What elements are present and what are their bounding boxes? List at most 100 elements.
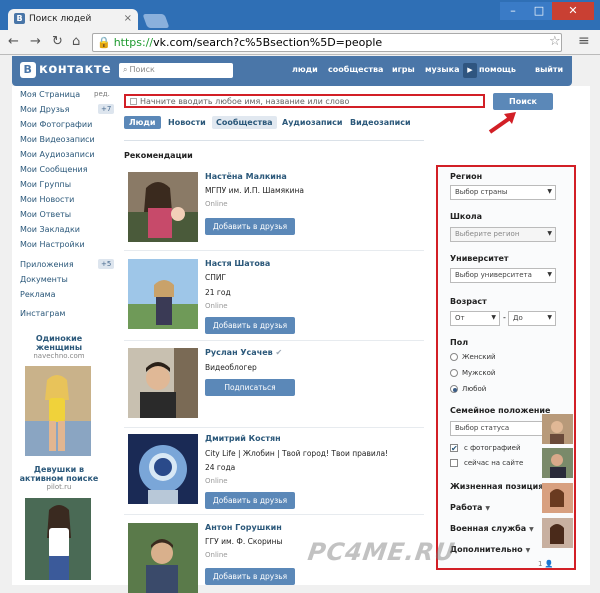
age-from-select[interactable]: От ▼: [450, 311, 500, 326]
vk-logo[interactable]: Вконтакте: [20, 62, 111, 78]
ad-image-1[interactable]: [25, 366, 91, 456]
vk-header: Вконтакте ⌕ Поиск люди сообщества игры му…: [12, 56, 572, 86]
close-window-icon[interactable]: ✕: [552, 2, 594, 20]
thumbnail-photo[interactable]: [542, 518, 573, 548]
person-name[interactable]: Настёна Малкина: [205, 172, 287, 181]
person-photo[interactable]: [128, 172, 198, 242]
person-info[interactable]: Видеоблогер: [205, 363, 257, 372]
sidebar-item-ads[interactable]: Реклама: [20, 290, 56, 299]
sex-female-radio[interactable]: Женский: [450, 353, 496, 361]
chevron-down-icon: ▼: [547, 230, 552, 237]
tab-audio[interactable]: Аудиозаписи: [282, 118, 343, 127]
address-bar[interactable]: 🔒 https://vk.com/search?c%5Bsection%5D=pe…: [92, 33, 562, 52]
person-name[interactable]: Дмитрий Костян: [205, 434, 281, 443]
filter-region-label: Регион: [450, 172, 483, 181]
nav-help[interactable]: помощь: [479, 65, 516, 74]
add-friend-button[interactable]: Добавить в друзья: [205, 317, 295, 334]
chevron-down-icon: ▼: [491, 314, 496, 321]
search-icon: ⌕: [123, 65, 128, 74]
tab-news[interactable]: Новости: [168, 118, 206, 127]
person-photo[interactable]: [128, 523, 198, 593]
add-friend-button[interactable]: Добавить в друзья: [205, 218, 295, 235]
browser-menu-icon[interactable]: ≡: [578, 33, 590, 49]
tab-people[interactable]: Люди: [124, 116, 161, 129]
thumbnail-photo[interactable]: [542, 448, 573, 478]
minimize-icon[interactable]: –: [500, 2, 526, 20]
radio-selected-icon: [450, 385, 458, 393]
sidebar-item-messages[interactable]: Мои Сообщения: [20, 165, 88, 174]
window-controls: – □ ✕: [500, 2, 594, 20]
sidebar-item-my-page[interactable]: Моя Страница ред.: [20, 90, 110, 99]
ad-image-2[interactable]: [25, 498, 91, 580]
sidebar-item-answers[interactable]: Мои Ответы: [20, 210, 71, 219]
person-photo[interactable]: [128, 434, 198, 504]
life-position-expander[interactable]: Жизненная позиция▼: [450, 482, 551, 491]
header-search-input[interactable]: ⌕ Поиск: [119, 63, 233, 78]
sidebar-item-videos[interactable]: Мои Видеозаписи: [20, 135, 95, 144]
sex-any-radio[interactable]: Любой: [450, 385, 486, 393]
add-friend-button[interactable]: Добавить в друзья: [205, 568, 295, 585]
thumbnail-photo[interactable]: [542, 414, 573, 444]
ad-block-1[interactable]: Одинокие женщины navechno.com: [14, 334, 104, 360]
sidebar-item-news[interactable]: Мои Новости: [20, 195, 74, 204]
with-photo-checkbox[interactable]: ✔ с фотографией: [450, 444, 521, 453]
tab-bar: В Поиск людей × – □ ✕: [0, 0, 600, 30]
nav-games[interactable]: игры: [392, 65, 415, 74]
nav-communities[interactable]: сообщества: [328, 65, 383, 74]
close-tab-icon[interactable]: ×: [124, 13, 132, 24]
person-info[interactable]: МГПУ им. И.П. Шамякина: [205, 186, 304, 195]
ad-block-2[interactable]: Девушки в активном поиске pilot.ru: [14, 465, 104, 491]
friends-count-badge: +7: [98, 104, 115, 114]
nav-logout[interactable]: выйти: [535, 65, 563, 74]
person-info[interactable]: ГГУ им. Ф. Скорины: [205, 537, 282, 546]
person-info[interactable]: City Life | Жлобин | Твой город! Твои пр…: [205, 449, 388, 458]
add-friend-button[interactable]: Добавить в друзья: [205, 492, 295, 509]
apps-count-badge: +5: [98, 259, 115, 269]
thumbnail-photo[interactable]: [542, 483, 573, 513]
subscribe-button[interactable]: Подписаться: [205, 379, 295, 396]
browser-tab[interactable]: В Поиск людей ×: [8, 9, 138, 30]
people-search-input[interactable]: Начните вводить любое имя, название или …: [124, 94, 485, 108]
nav-people[interactable]: люди: [292, 65, 318, 74]
person-name[interactable]: Руслан Усачев ✔: [205, 348, 282, 357]
more-expander[interactable]: Дополнительно ▼: [450, 545, 530, 554]
tab-video[interactable]: Видеозаписи: [350, 118, 411, 127]
card-divider: [124, 250, 424, 251]
play-icon[interactable]: ▶: [463, 63, 477, 78]
sidebar-item-photos[interactable]: Мои Фотографии: [20, 120, 92, 129]
tab-communities[interactable]: Сообщества: [212, 116, 277, 129]
military-expander[interactable]: Военная служба ▼: [450, 524, 534, 533]
sidebar-item-apps[interactable]: Приложения +5: [20, 259, 115, 269]
marital-status-select[interactable]: Выбор статуса: [450, 421, 544, 436]
sidebar-item-groups[interactable]: Мои Группы: [20, 180, 71, 189]
home-icon[interactable]: ⌂: [72, 35, 80, 49]
sidebar-item-instagram[interactable]: Инстаграм: [20, 309, 65, 318]
edit-link[interactable]: ред.: [94, 90, 110, 98]
school-select[interactable]: Выберите регион ▼: [450, 227, 556, 242]
person-info[interactable]: СПИГ: [205, 273, 226, 282]
new-tab-button[interactable]: [142, 14, 170, 28]
sex-male-radio[interactable]: Мужской: [450, 369, 495, 377]
bookmark-star-icon[interactable]: ☆: [549, 34, 561, 49]
sidebar-item-bookmarks[interactable]: Мои Закладки: [20, 225, 80, 234]
sidebar-item-documents[interactable]: Документы: [20, 275, 68, 284]
search-button[interactable]: Поиск: [493, 93, 553, 110]
region-select[interactable]: Выбор страны ▼: [450, 185, 556, 200]
person-name[interactable]: Настя Шатова: [205, 259, 270, 268]
back-icon[interactable]: ←: [8, 35, 19, 49]
person-photo[interactable]: [128, 348, 198, 418]
maximize-icon[interactable]: □: [526, 2, 552, 20]
university-select[interactable]: Выбор университета ▼: [450, 268, 556, 283]
reload-icon[interactable]: ↻: [52, 35, 63, 49]
sidebar-item-settings[interactable]: Мои Настройки: [20, 240, 85, 249]
person-photo[interactable]: [128, 259, 198, 329]
sidebar-item-audio[interactable]: Мои Аудиозаписи: [20, 150, 95, 159]
forward-icon[interactable]: →: [30, 35, 41, 49]
watermark: PC4ME.RU: [306, 538, 458, 566]
nav-music[interactable]: музыка: [425, 65, 459, 74]
online-now-checkbox[interactable]: сейчас на сайте: [450, 459, 523, 467]
sidebar-item-friends[interactable]: Мои Друзья +7: [20, 104, 115, 114]
age-to-select[interactable]: До ▼: [508, 311, 556, 326]
person-name[interactable]: Антон Горушкин: [205, 523, 282, 532]
work-expander[interactable]: Работа ▼: [450, 503, 490, 512]
